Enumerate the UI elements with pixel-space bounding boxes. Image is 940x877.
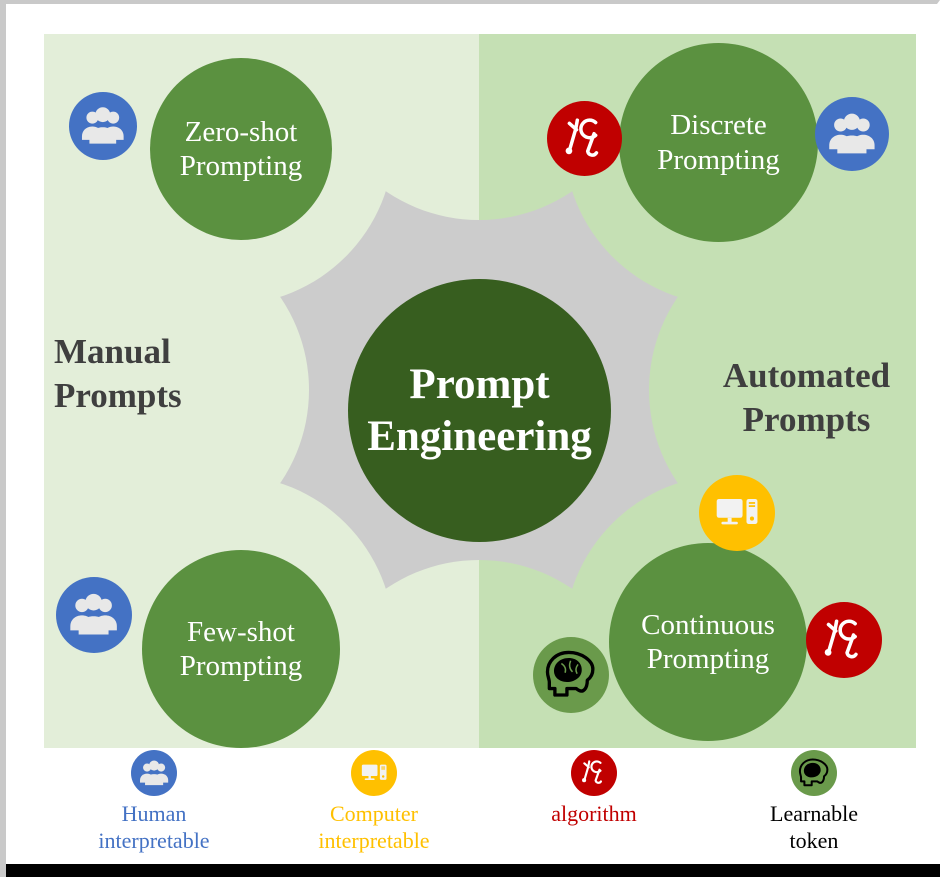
legend: Human interpretable Computer interpretab… (44, 750, 924, 868)
node-prompt-engineering[interactable]: Prompt Engineering (348, 279, 611, 542)
node-label-line2: Prompting (179, 150, 303, 182)
node-label-line1: Continuous (641, 608, 775, 641)
legend-label-computer: Computer interpretable (318, 801, 430, 853)
diagram-page: Manual Prompts Automated Prompts Zero-sh… (0, 0, 940, 877)
human-icon[interactable] (56, 577, 132, 653)
algorithm-icon[interactable] (547, 101, 622, 176)
page-bottom-bar (6, 864, 940, 877)
legend-item-learnable-token[interactable]: Learnable token (704, 750, 924, 855)
node-label-line2: Prompting (646, 643, 770, 675)
learnable-token-icon[interactable] (533, 637, 609, 713)
node-continuous-prompting[interactable]: Continuous Prompting (609, 543, 807, 741)
diagram-canvas: Manual Prompts Automated Prompts Zero-sh… (44, 34, 916, 748)
legend-item-algorithm[interactable]: algorithm (484, 750, 704, 828)
computer-icon[interactable] (699, 475, 775, 551)
category-label-manual: Manual Prompts (54, 332, 182, 416)
legend-label-algorithm: algorithm (551, 801, 637, 826)
human-icon (131, 750, 177, 796)
legend-item-human[interactable]: Human interpretable (44, 750, 264, 855)
legend-label-learnable-token: Learnable token (770, 801, 858, 853)
node-label-line2: Prompting (657, 143, 780, 176)
node-label-line1: Discrete (670, 109, 767, 142)
human-icon[interactable] (69, 92, 137, 160)
node-label-line1: Few-shot (187, 615, 295, 648)
human-icon[interactable] (815, 97, 889, 171)
node-zero-shot-prompting[interactable]: Zero-shot Prompting (150, 58, 332, 240)
legend-item-computer[interactable]: Computer interpretable (264, 750, 484, 855)
node-discrete-prompting[interactable]: Discrete Prompting (619, 43, 818, 242)
legend-label-human: Human interpretable (98, 801, 210, 853)
page-right-margin (933, 4, 937, 868)
node-label-line1: Zero-shot (184, 115, 298, 148)
algorithm-icon (571, 750, 617, 796)
center-label-line2: Engineering (367, 412, 592, 460)
node-few-shot-prompting[interactable]: Few-shot Prompting (142, 550, 340, 748)
learnable-token-icon (791, 750, 837, 796)
computer-icon (351, 750, 397, 796)
center-label-line1: Prompt (409, 360, 550, 408)
category-label-automated: Automated Prompts (722, 356, 891, 440)
node-label-line2: Prompting (179, 650, 303, 682)
algorithm-icon[interactable] (806, 602, 882, 678)
